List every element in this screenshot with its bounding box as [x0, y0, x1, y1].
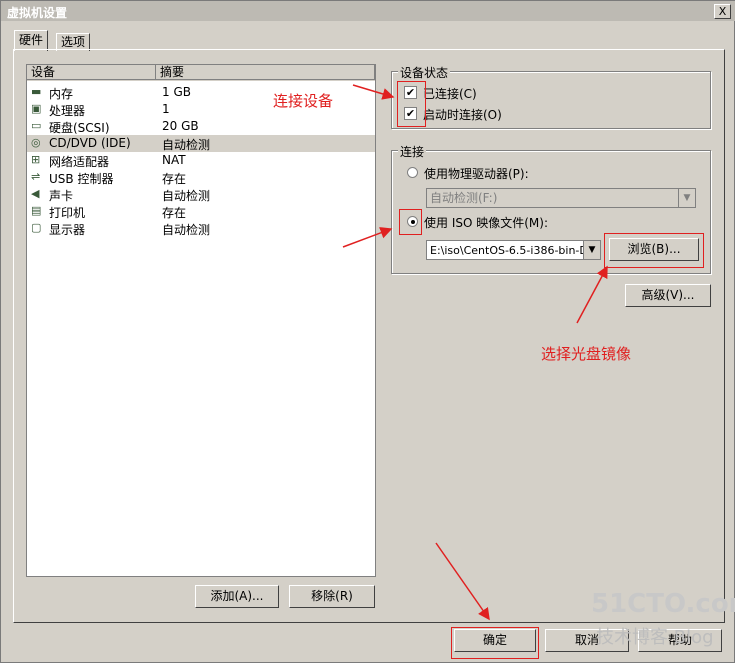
- watermark-site: 51CTO.com: [591, 589, 735, 619]
- arrow-to-iso-radio: [342, 227, 393, 248]
- arrow-to-status: [352, 84, 395, 100]
- vm-settings-window: 虚拟机设置 X 硬件 选项 设备 摘要 ▬ 内存 1 GB ▣ 处理器 1 ▭ 硬盘(SCSI…: [0, 0, 735, 663]
- arrow-to-browse: [576, 265, 608, 324]
- annotation-arrows: [342, 84, 608, 621]
- watermark-blog: 技术博客 Blog: [596, 627, 714, 648]
- arrow-to-ok: [435, 542, 490, 621]
